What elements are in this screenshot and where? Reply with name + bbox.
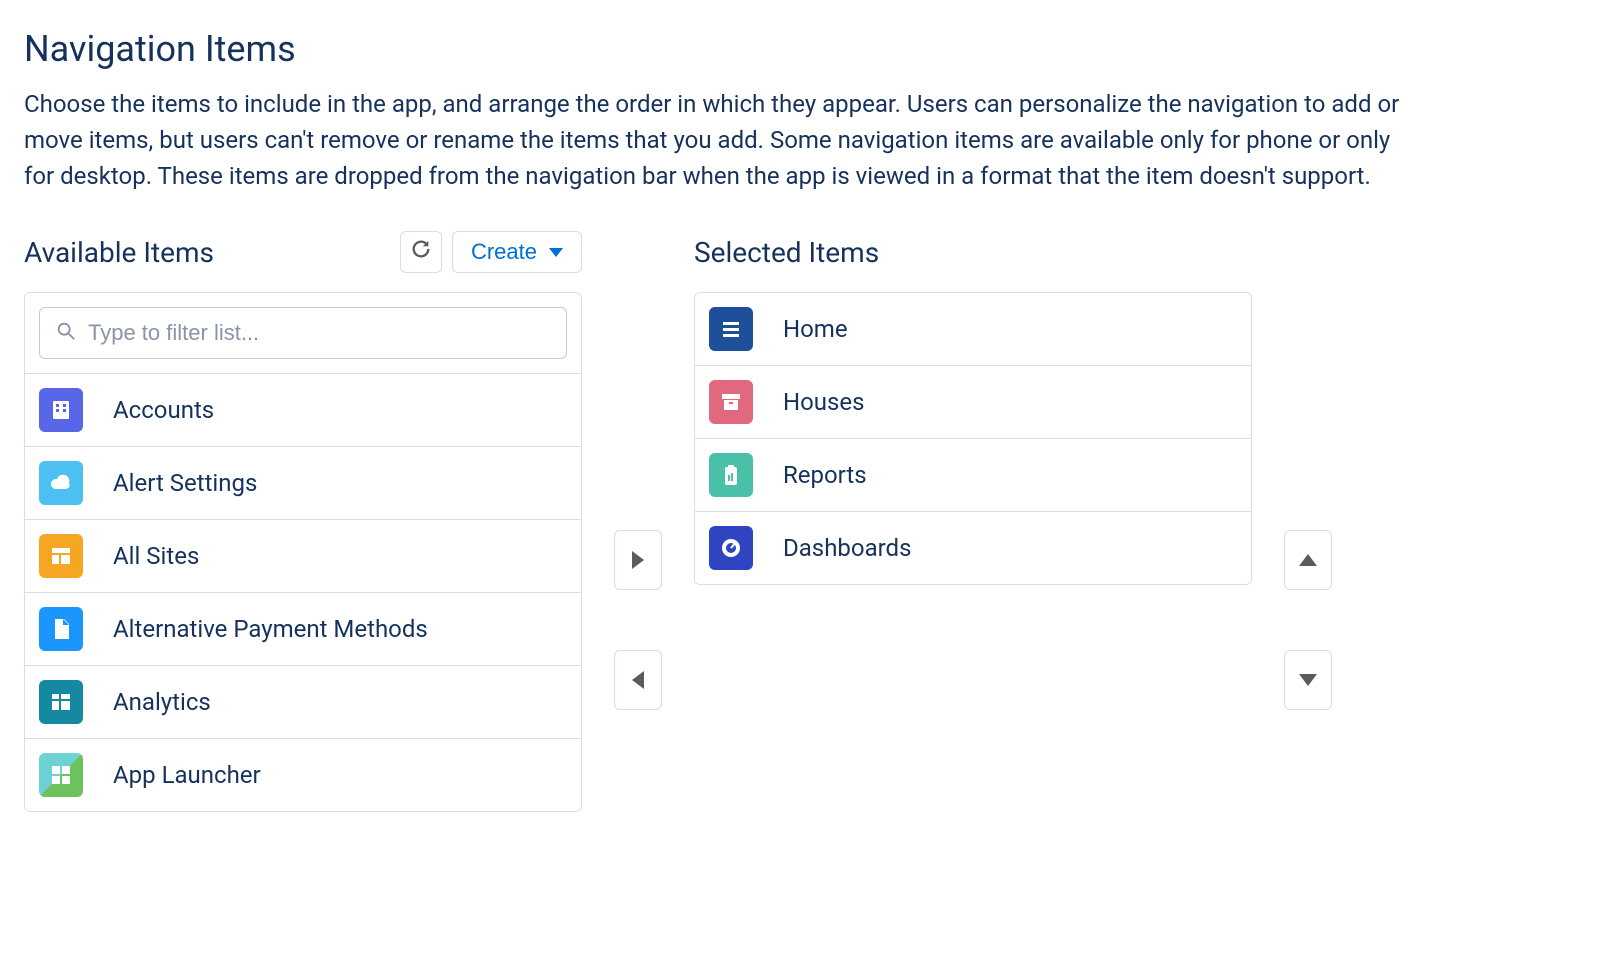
create-button[interactable]: Create	[452, 231, 582, 273]
move-right-button[interactable]	[614, 530, 662, 590]
archive-icon	[709, 380, 753, 424]
list-item-label: Alternative Payment Methods	[113, 615, 428, 643]
list-item-label: Dashboards	[783, 534, 911, 562]
move-left-button[interactable]	[614, 650, 662, 710]
list-item-label: All Sites	[113, 542, 199, 570]
available-title: Available Items	[24, 236, 214, 269]
search-icon	[55, 320, 77, 346]
cloud-icon	[39, 461, 83, 505]
reorder-buttons	[1284, 230, 1332, 710]
list-item-label: Analytics	[113, 688, 211, 716]
move-down-button[interactable]	[1284, 650, 1332, 710]
list-item[interactable]: Accounts	[25, 374, 581, 447]
triangle-up-icon	[1299, 554, 1317, 566]
lines-icon	[709, 307, 753, 351]
gauge-icon	[709, 526, 753, 570]
list-item[interactable]: Alternative Payment Methods	[25, 593, 581, 666]
filter-input[interactable]	[39, 307, 567, 359]
selected-title: Selected Items	[694, 236, 879, 269]
create-button-label: Create	[471, 239, 537, 265]
list-item-label: Reports	[783, 461, 867, 489]
document-icon	[39, 607, 83, 651]
list-item-label: App Launcher	[113, 761, 261, 789]
list-item-label: Alert Settings	[113, 469, 257, 497]
available-column: Available Items Create Accounts Alert Set…	[24, 230, 582, 812]
caret-down-icon	[549, 248, 563, 257]
list-item[interactable]: Dashboards	[695, 512, 1251, 584]
list-item-label: Accounts	[113, 396, 214, 424]
selected-listbox: Home Houses Reports Dashboards	[694, 292, 1252, 585]
layout-icon	[39, 534, 83, 578]
page-description: Choose the items to include in the app, …	[24, 86, 1424, 194]
refresh-icon	[410, 238, 432, 266]
list-item[interactable]: All Sites	[25, 520, 581, 593]
list-item[interactable]: App Launcher	[25, 739, 581, 811]
refresh-button[interactable]	[400, 231, 442, 273]
triangle-left-icon	[632, 671, 644, 689]
clipboard-icon	[709, 453, 753, 497]
list-item[interactable]: Home	[695, 293, 1251, 366]
list-item[interactable]: Alert Settings	[25, 447, 581, 520]
available-listbox: Accounts Alert Settings All Sites Alternati…	[24, 292, 582, 812]
grid-icon	[39, 753, 83, 797]
move-buttons	[614, 230, 662, 710]
dual-listbox: Available Items Create Accounts Alert Set…	[24, 230, 1576, 812]
page-title: Navigation Items	[24, 28, 1576, 70]
building-icon	[39, 388, 83, 432]
list-item-label: Houses	[783, 388, 865, 416]
list-item-label: Home	[783, 315, 848, 343]
selected-column: Selected Items Home Houses Reports Dashboar…	[694, 230, 1252, 585]
triangle-right-icon	[632, 551, 644, 569]
list-item[interactable]: Analytics	[25, 666, 581, 739]
triangle-down-icon	[1299, 674, 1317, 686]
move-up-button[interactable]	[1284, 530, 1332, 590]
list-item[interactable]: Reports	[695, 439, 1251, 512]
list-item[interactable]: Houses	[695, 366, 1251, 439]
table-icon	[39, 680, 83, 724]
